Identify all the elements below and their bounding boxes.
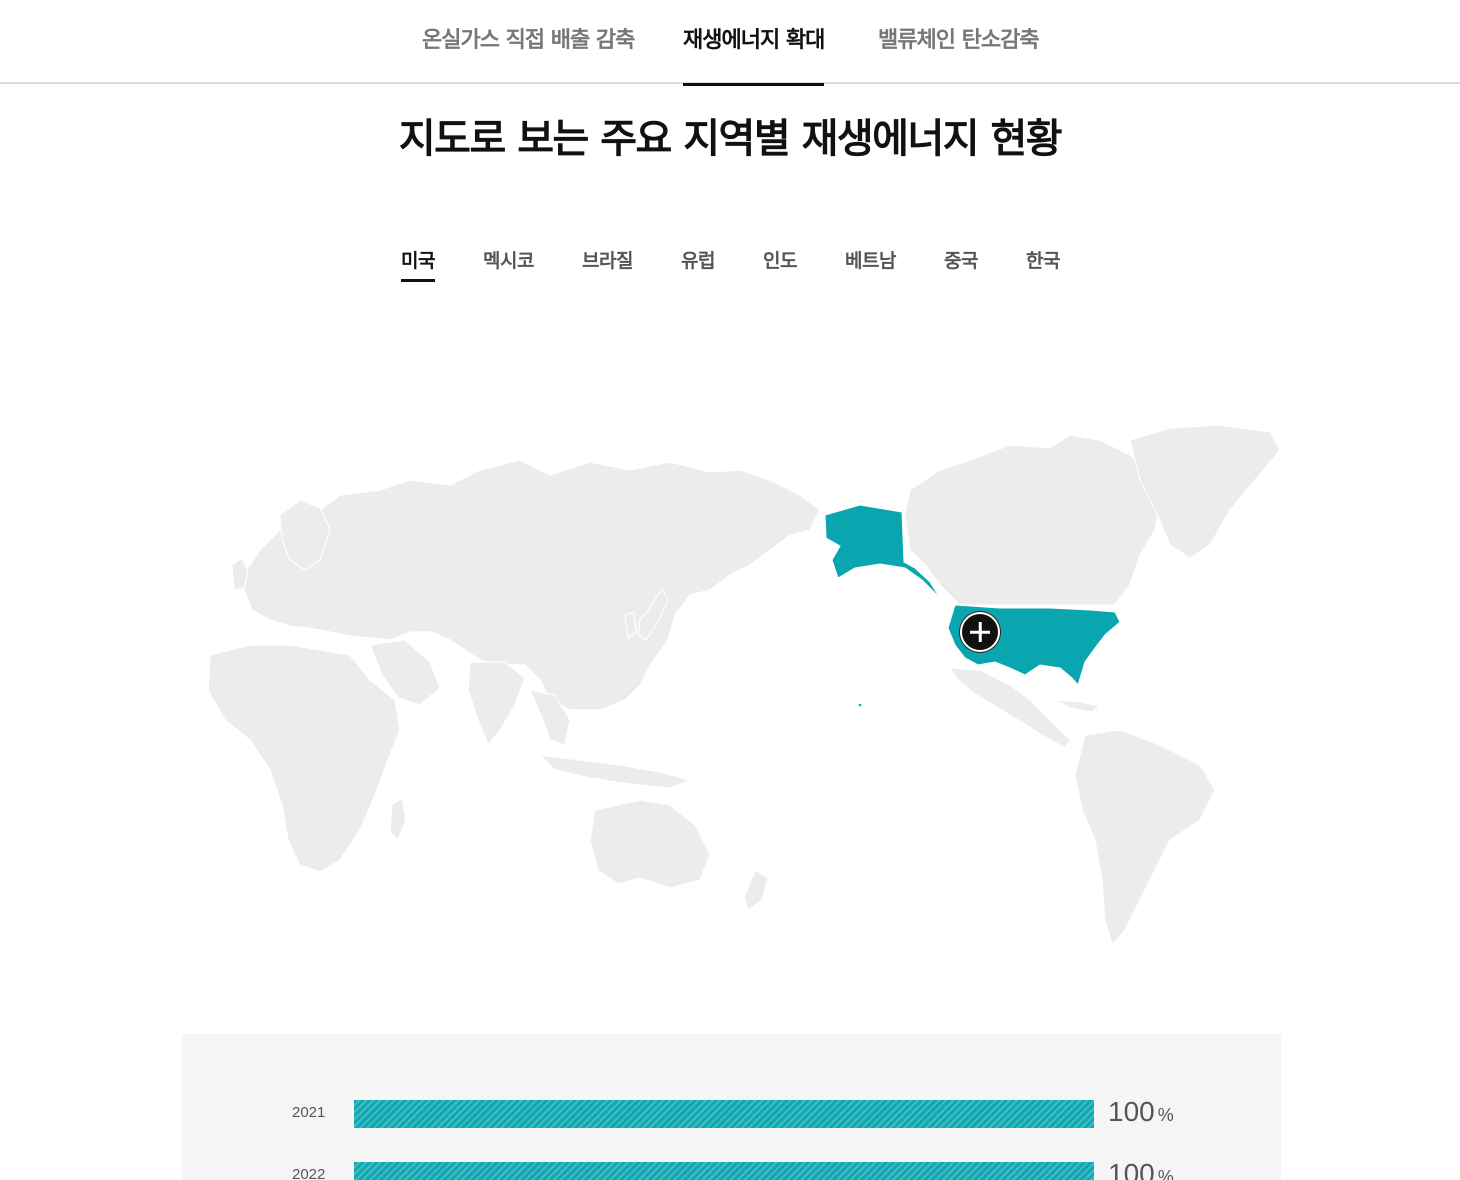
map-india[interactable] [467, 661, 526, 747]
bar-row: 2022 100% [182, 1158, 1281, 1180]
renewable-ratio-panel: 2021 100% 2022 100% [182, 1034, 1281, 1180]
region-tab-india[interactable]: 인도 [763, 246, 797, 279]
region-tab-usa[interactable]: 미국 [401, 246, 435, 282]
bar-value-unit: % [1157, 1105, 1174, 1125]
bar-value-unit: % [1157, 1167, 1174, 1180]
bar-track [354, 1100, 1094, 1128]
tab-renewable-expansion[interactable]: 재생에너지 확대 [683, 22, 825, 86]
map-indonesia[interactable] [538, 754, 692, 789]
map-madagascar[interactable] [389, 796, 407, 842]
bar-value: 100% [1108, 1096, 1174, 1128]
map-usa-hawaii[interactable] [857, 702, 863, 708]
bar-fill [354, 1162, 1094, 1180]
map-new-zealand[interactable] [743, 869, 769, 911]
map-africa[interactable] [207, 644, 401, 873]
region-tab-mexico[interactable]: 멕시코 [483, 246, 534, 279]
bar-year: 2021 [292, 1104, 326, 1121]
tab-value-chain-carbon-reduction[interactable]: 밸류체인 탄소감축 [878, 22, 1040, 84]
plus-icon[interactable] [960, 612, 1000, 652]
page: 온실가스 직접 배출 감축 재생에너지 확대 밸류체인 탄소감축 지도로 보는 … [0, 0, 1460, 1180]
world-map-svg [207, 424, 1281, 947]
bar-value-number: 100 [1108, 1158, 1155, 1180]
page-title: 지도로 보는 주요 지역별 재생에너지 현황 [398, 116, 1063, 162]
map-greenland[interactable] [1129, 424, 1281, 559]
map-south-america[interactable] [1074, 729, 1216, 947]
top-tab-bar: 온실가스 직접 배출 감축 재생에너지 확대 밸류체인 탄소감축 [0, 0, 1460, 86]
tab-ghg-direct-reduction[interactable]: 온실가스 직접 배출 감축 [422, 22, 635, 84]
bar-fill [354, 1100, 1094, 1128]
world-map [170, 400, 1300, 960]
region-tab-vietnam[interactable]: 베트남 [845, 246, 896, 279]
region-tab-europe[interactable]: 유럽 [681, 246, 715, 279]
region-tab-china[interactable]: 중국 [944, 246, 978, 279]
bar-value: 100% [1108, 1158, 1174, 1180]
map-mexico[interactable] [948, 667, 1071, 749]
map-canada[interactable] [904, 434, 1161, 606]
bar-track [354, 1162, 1094, 1180]
map-caribbean[interactable] [1054, 699, 1102, 713]
region-tab-bar: 미국 멕시코 브라질 유럽 인도 베트남 중국 한국 [0, 246, 1460, 286]
map-australia[interactable] [589, 799, 711, 889]
region-tab-brazil[interactable]: 브라질 [582, 246, 633, 279]
bar-row: 2021 100% [182, 1096, 1281, 1132]
bar-year: 2022 [292, 1166, 326, 1180]
region-tab-korea[interactable]: 한국 [1026, 246, 1060, 279]
bar-value-number: 100 [1108, 1096, 1155, 1127]
